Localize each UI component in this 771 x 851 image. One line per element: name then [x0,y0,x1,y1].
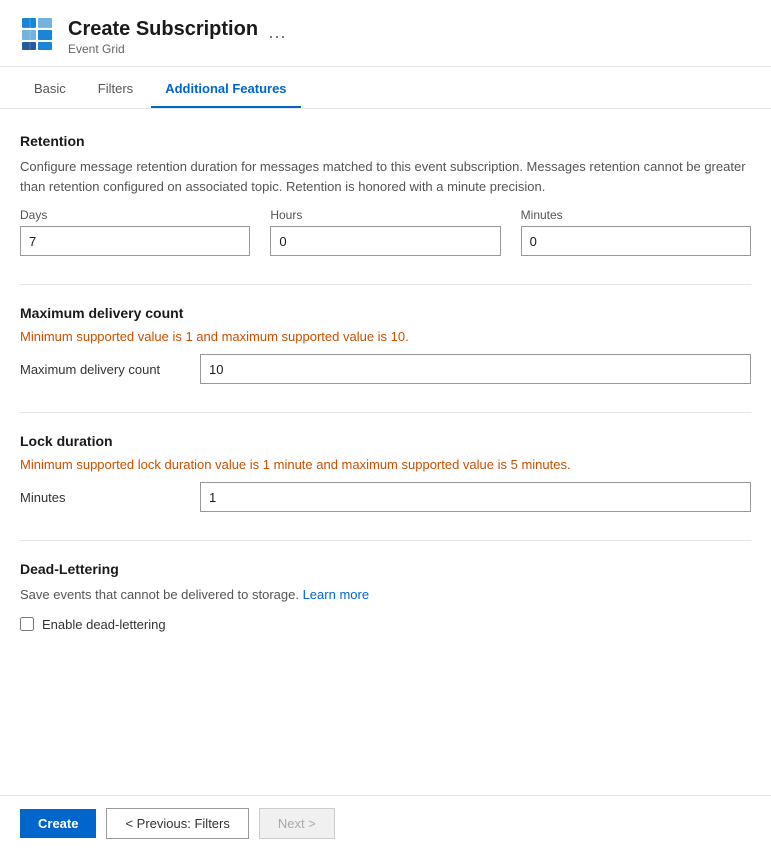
lock-duration-row: Minutes [20,482,751,512]
retention-section: Retention Configure message retention du… [20,133,751,256]
hours-label: Hours [270,208,500,222]
page-header: Create Subscription Event Grid ··· [0,0,771,67]
delivery-count-input[interactable] [200,354,751,384]
retention-description: Configure message retention duration for… [20,157,751,196]
title-group: Create Subscription Event Grid [68,16,258,56]
minutes-retention-label: Minutes [521,208,751,222]
more-options-button[interactable]: ··· [268,26,286,47]
tab-filters[interactable]: Filters [84,71,147,108]
delivery-count-title: Maximum delivery count [20,305,751,321]
lock-duration-input[interactable] [200,482,751,512]
hours-field: Hours [270,208,500,256]
days-label: Days [20,208,250,222]
footer-bar: Create < Previous: Filters Next > [0,795,771,851]
retention-fields-row: Days Hours Minutes [20,208,751,256]
dead-lettering-checkbox-label: Enable dead-lettering [42,617,166,632]
tab-additional-features[interactable]: Additional Features [151,71,300,108]
divider-3 [20,540,751,541]
dead-lettering-desc-text: Save events that cannot be delivered to … [20,587,303,602]
dead-lettering-description: Save events that cannot be delivered to … [20,585,751,605]
lock-duration-label: Minutes [20,490,180,505]
minutes-retention-input[interactable] [521,226,751,256]
delivery-count-section: Maximum delivery count Minimum supported… [20,305,751,384]
previous-button[interactable]: < Previous: Filters [106,808,248,839]
lock-duration-title: Lock duration [20,433,751,449]
lock-duration-info: Minimum supported lock duration value is… [20,457,751,472]
dead-lettering-title: Dead-Lettering [20,561,751,577]
page-title: Create Subscription [68,16,258,42]
dead-lettering-checkbox-row: Enable dead-lettering [20,617,751,632]
minutes-retention-field: Minutes [521,208,751,256]
delivery-count-row: Maximum delivery count [20,354,751,384]
days-input[interactable] [20,226,250,256]
tab-basic[interactable]: Basic [20,71,80,108]
page-subtitle: Event Grid [68,42,258,56]
delivery-count-label: Maximum delivery count [20,362,180,377]
divider-1 [20,284,751,285]
main-content: Retention Configure message retention du… [0,109,771,684]
next-button: Next > [259,808,335,839]
retention-title: Retention [20,133,751,149]
delivery-count-info: Minimum supported value is 1 and maximum… [20,329,751,344]
learn-more-link[interactable]: Learn more [303,587,369,602]
tab-bar: Basic Filters Additional Features [0,71,771,109]
lock-duration-section: Lock duration Minimum supported lock dur… [20,433,751,512]
divider-2 [20,412,751,413]
dead-lettering-checkbox[interactable] [20,617,34,631]
hours-input[interactable] [270,226,500,256]
days-field: Days [20,208,250,256]
create-button[interactable]: Create [20,809,96,838]
event-grid-icon [20,16,56,52]
dead-lettering-section: Dead-Lettering Save events that cannot b… [20,561,751,632]
